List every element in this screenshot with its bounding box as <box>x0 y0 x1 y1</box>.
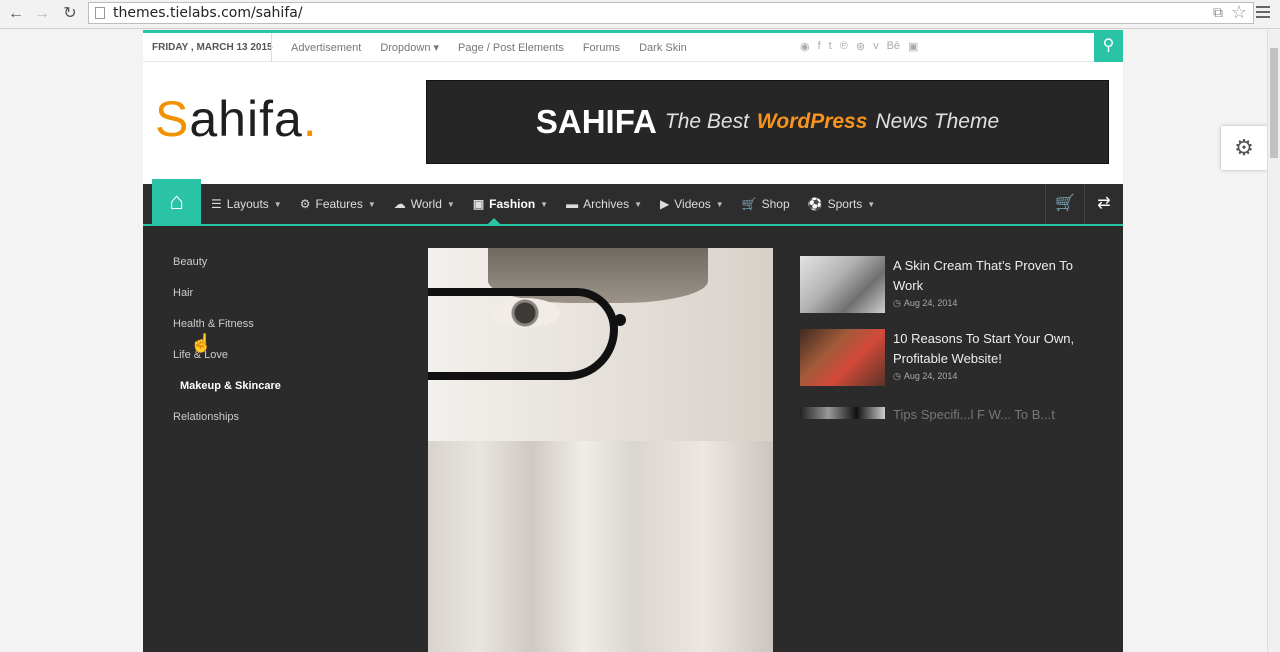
glasses-shape <box>428 288 618 380</box>
submenu-item-hair[interactable]: Hair <box>173 287 281 318</box>
top-link-page-elements[interactable]: Page / Post Elements <box>458 42 564 54</box>
folder-icon: ▬ <box>566 197 579 211</box>
play-circle-icon: ▶ <box>660 197 670 211</box>
glasses-hinge <box>614 314 626 326</box>
post-title-partial[interactable]: Tips Specifi...l F W... To B...t <box>893 407 1055 422</box>
post-thumbnail[interactable] <box>800 329 885 386</box>
random-shuffle-icon[interactable]: ⇄ <box>1084 184 1123 224</box>
page-scrollbar[interactable] <box>1267 30 1280 652</box>
mouse-pointer-icon: ☝ <box>190 333 213 353</box>
top-links: Advertisement Dropdown ▾ Page / Post Ele… <box>271 33 687 62</box>
banner-brand: SAHIFA <box>535 103 657 140</box>
rss-icon[interactable]: ◉ <box>800 40 810 53</box>
top-link-advertisement[interactable]: Advertisement <box>291 42 361 54</box>
address-bar[interactable]: themes.tielabs.com/sahifa/ ⧉ ☆ <box>88 2 1254 24</box>
banner-tagline-2: WordPress <box>756 110 868 133</box>
post-item[interactable]: A Skin Cream That’s Proven To Work ◷ Aug … <box>800 256 1100 329</box>
pinterest-icon[interactable]: ℗ <box>840 40 848 53</box>
image-distortion <box>428 441 773 652</box>
clock-icon: ◷ <box>893 298 901 308</box>
style-switcher-gear-icon[interactable]: ⚙ <box>1221 126 1267 170</box>
nav-item-archives[interactable]: ▬ Archives ▼ <box>566 197 642 211</box>
submenu-item-beauty[interactable]: Beauty <box>173 256 281 287</box>
clock-icon: ◷ <box>893 371 901 381</box>
nav-item-sports[interactable]: ⚽ Sports ▼ <box>808 197 876 211</box>
banner-tagline-1: The Best <box>664 110 749 133</box>
behance-icon[interactable]: Bē <box>887 40 900 53</box>
home-icon[interactable]: ⌂ <box>152 179 201 224</box>
forward-icon[interactable]: → <box>32 4 52 24</box>
active-indicator <box>488 218 500 224</box>
chrome-menu-icon[interactable] <box>1256 6 1270 21</box>
site-wrapper: FRIDAY , MARCH 13 2015 Advertisement Dro… <box>143 30 1123 652</box>
instagram-icon[interactable]: ▣ <box>908 40 918 53</box>
top-link-forums[interactable]: Forums <box>583 42 620 54</box>
cogs-icon: ⚙ <box>299 197 311 211</box>
nav-item-fashion[interactable]: ▣ Fashion ▼ <box>473 197 548 211</box>
site-logo[interactable]: Sahifa. <box>155 90 318 148</box>
briefcase-icon: ▣ <box>472 197 485 211</box>
bars-icon: ☰ <box>211 197 222 211</box>
post-title[interactable]: A Skin Cream That’s Proven To Work <box>893 256 1093 296</box>
scrollbar-thumb[interactable] <box>1270 48 1278 158</box>
featured-post-image[interactable] <box>428 248 773 652</box>
banner-tagline-3: News Theme <box>875 110 1000 133</box>
page-icon <box>95 7 105 19</box>
back-icon[interactable]: ← <box>6 4 26 24</box>
recent-posts: A Skin Cream That’s Proven To Work ◷ Aug … <box>800 256 1100 422</box>
top-link-dropdown[interactable]: Dropdown ▾ <box>380 41 439 54</box>
vimeo-icon[interactable]: v <box>873 40 879 53</box>
search-icon[interactable]: ⚲ <box>1094 30 1123 62</box>
post-date: ◷ Aug 24, 2014 <box>893 298 958 308</box>
post-title[interactable]: 10 Reasons To Start Your Own, Profitable… <box>893 329 1093 369</box>
header-banner[interactable]: SAHIFA The Best WordPress News Theme <box>426 80 1109 164</box>
main-navigation: ⌂ ☰ Layouts ▼ ⚙ Features ▼ ☁ World ▼ ▣ Fashion ▼… <box>143 179 1123 226</box>
nav-item-shop[interactable]: 🛒 Shop <box>742 197 790 211</box>
post-thumbnail[interactable] <box>800 256 885 313</box>
facebook-icon[interactable]: f <box>818 40 821 53</box>
nav-item-videos[interactable]: ▶ Videos ▼ <box>660 197 724 211</box>
top-bar: FRIDAY , MARCH 13 2015 Advertisement Dro… <box>143 30 1123 62</box>
nav-item-features[interactable]: ⚙ Features ▼ <box>300 197 376 211</box>
post-date: ◷ Aug 24, 2014 <box>893 371 958 381</box>
translate-icon[interactable]: ⧉ <box>1213 4 1223 21</box>
shopping-cart-icon[interactable]: 🛒 <box>1045 184 1084 224</box>
url-text[interactable]: themes.tielabs.com/sahifa/ <box>113 5 303 21</box>
nav-item-layouts[interactable]: ☰ Layouts ▼ <box>211 197 282 211</box>
reload-icon[interactable]: ↻ <box>60 4 80 24</box>
bookmark-star-icon[interactable]: ☆ <box>1231 2 1247 23</box>
social-icons: ◉ f t ℗ ⊛ v Bē ▣ <box>800 40 918 53</box>
post-thumbnail-partial[interactable] <box>800 407 885 419</box>
soccer-ball-icon: ⚽ <box>807 197 823 211</box>
fashion-mega-menu: Beauty Hair Health & Fitness Life & Love… <box>143 226 1123 652</box>
top-link-dark-skin[interactable]: Dark Skin <box>639 42 687 54</box>
nav-item-world[interactable]: ☁ World ▼ <box>394 197 455 211</box>
dribbble-icon[interactable]: ⊛ <box>856 40 865 53</box>
submenu-item-makeup-skincare[interactable]: Makeup & Skincare <box>173 380 281 411</box>
browser-toolbar: ← → ↻ themes.tielabs.com/sahifa/ ⧉ ☆ <box>0 0 1280 29</box>
submenu-item-relationships[interactable]: Relationships <box>173 411 281 442</box>
post-item[interactable]: 10 Reasons To Start Your Own, Profitable… <box>800 329 1100 402</box>
cloud-icon: ☁ <box>393 197 406 211</box>
today-date: FRIDAY , MARCH 13 2015 <box>152 42 273 53</box>
twitter-icon[interactable]: t <box>829 40 832 53</box>
cart-icon: 🛒 <box>741 197 757 211</box>
